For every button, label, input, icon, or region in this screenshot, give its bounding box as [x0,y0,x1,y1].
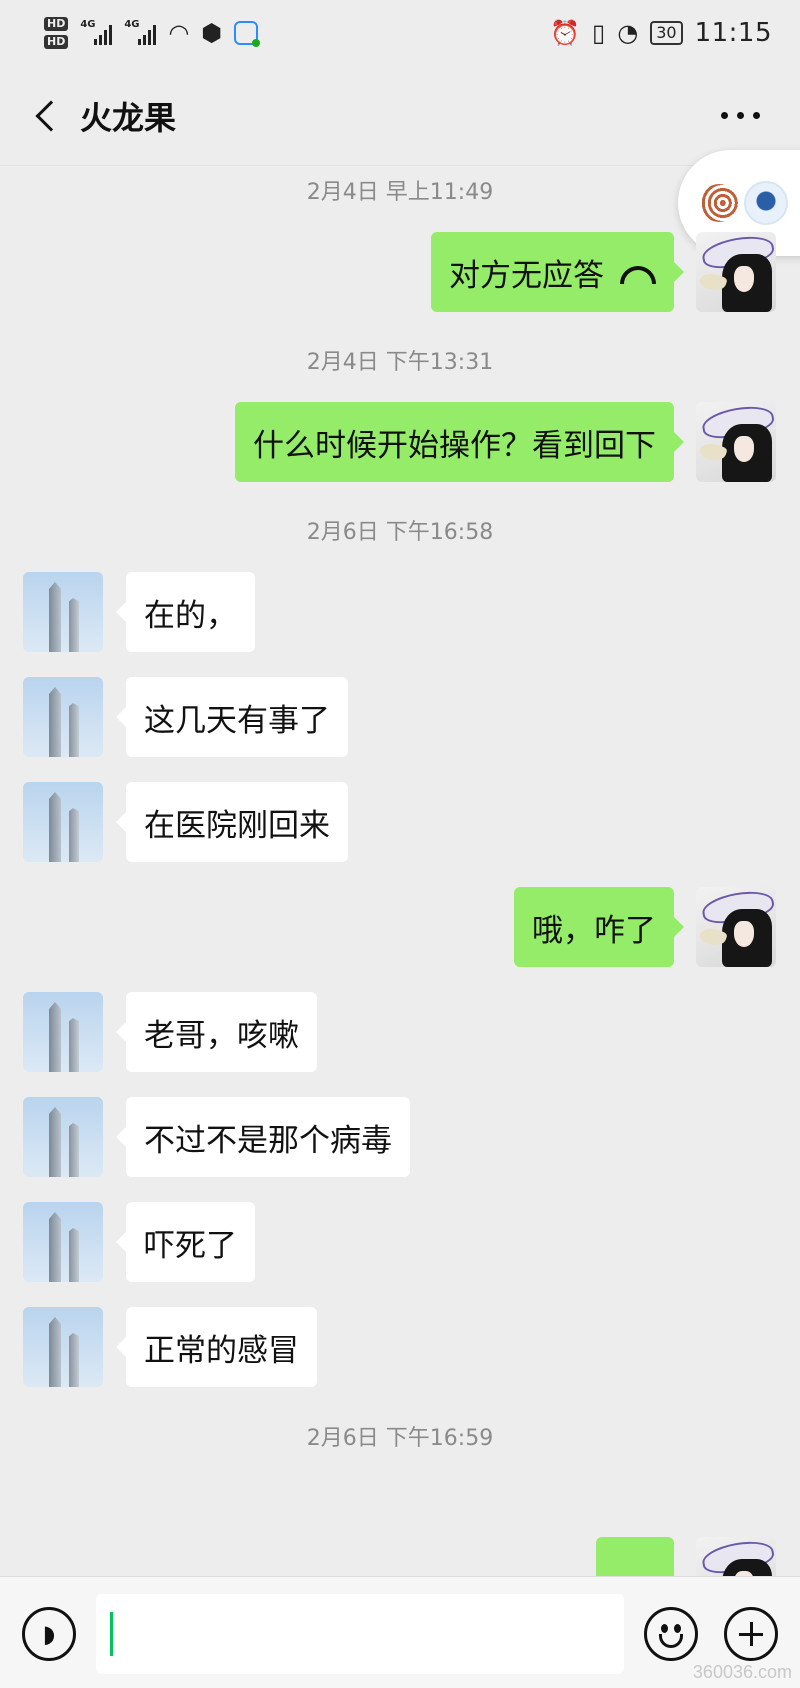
message-row-sent: 对方无应答 [0,232,800,312]
message-timestamp: 2月4日 早上11:49 [306,180,494,205]
message-text: 在的， [144,597,237,634]
message-bubble[interactable]: 正常的感冒 [116,1307,317,1387]
avatar[interactable] [23,1307,103,1387]
avatar[interactable] [696,1537,776,1576]
network-type-label-2: 4G [124,19,140,30]
message-bubble[interactable]: 吓死了 [116,1202,255,1282]
message-row-sent [0,1537,800,1576]
message-bubble[interactable] [596,1537,674,1576]
message-bubble[interactable]: 在医院刚回来 [116,782,348,862]
signal-icon-2: 4G [124,19,157,45]
signal-icon: 4G [80,19,113,45]
chat-title: 火龙果 [80,98,177,137]
more-dots-icon [721,112,728,119]
message-row-received: 吓死了 [0,1202,800,1282]
hd-indicator: HD HD [44,17,69,49]
message-input[interactable] [96,1594,624,1674]
more-functions-button[interactable] [724,1607,778,1661]
hd-badge-2: HD [44,35,69,49]
wifi-icon: ◠ [168,19,190,47]
message-text: 在医院刚回来 [144,807,330,844]
chevron-left-icon [35,99,67,132]
avatar[interactable] [23,572,103,652]
message-bubble[interactable]: 这几天有事了 [116,677,348,757]
speed-icon: ◔ [617,19,639,47]
alarm-icon: ⏰ [550,19,581,47]
avatar[interactable] [696,887,776,967]
message-bubble[interactable]: 老哥，咳嗽 [116,992,317,1072]
message-row-sent: 哦，咋了 [0,887,800,967]
network-type-label: 4G [80,19,96,30]
avatar[interactable] [23,1097,103,1177]
hd-badge-1: HD [44,17,69,31]
message-row-received: 正常的感冒 [0,1307,800,1387]
message-bubble[interactable]: 不过不是那个病毒 [116,1097,410,1177]
message-list[interactable]: 2月4日 早上11:49 对方无应答 2月4日 下午13:31 什么时候开始操作… [0,166,800,1576]
message-bubble[interactable]: 在的， [116,572,255,652]
battery-icon: 30 [650,21,683,45]
chat-header: 火龙果 [0,66,800,166]
avatar[interactable] [23,677,103,757]
voice-icon: ◗ [42,1620,56,1648]
avatar[interactable] [23,782,103,862]
message-row-received: 在医院刚回来 [0,782,800,862]
back-button[interactable] [24,94,68,138]
phone-hangup-icon [620,266,656,284]
notification-app-icon [234,21,261,47]
message-row-sent: 什么时候开始操作？看到回下 [0,402,800,482]
message-text: 吓死了 [144,1227,237,1264]
smile-icon [661,1624,668,1633]
message-text: 老哥，咳嗽 [144,1017,299,1054]
message-text: 哦，咋了 [532,912,656,949]
input-toolbar: ◗ [0,1576,800,1688]
status-time: 11:15 [694,18,772,48]
vibrate-icon: ▯ [592,19,606,47]
emoji-button[interactable] [644,1607,698,1661]
message-bubble[interactable]: 什么时候开始操作？看到回下 [235,402,684,482]
message-row-received: 老哥，咳嗽 [0,992,800,1072]
avatar[interactable] [23,1202,103,1282]
text-caret [110,1612,113,1656]
voice-input-button[interactable]: ◗ [22,1607,76,1661]
avatar[interactable] [23,992,103,1072]
avatar[interactable] [696,232,776,312]
message-row-received: 这几天有事了 [0,677,800,757]
message-text: 不过不是那个病毒 [144,1122,392,1159]
status-bar: HD HD 4G 4G ◠ ⬢ ⏰ ▯ ◔ 30 11:15 [0,0,800,66]
message-text: 对方无应答 [449,257,604,294]
shield-icon: ⬢ [201,19,223,47]
message-row-received: 在的， [0,572,800,652]
message-timestamp: 2月6日 下午16:59 [306,1426,494,1451]
message-timestamp: 2月4日 下午13:31 [306,350,494,375]
watermark: 360036.com [692,1662,792,1682]
message-bubble[interactable]: 哦，咋了 [514,887,684,967]
status-left: HD HD 4G 4G ◠ ⬢ [44,17,261,49]
message-text: 正常的感冒 [144,1332,299,1369]
message-bubble[interactable]: 对方无应答 [431,232,684,312]
status-right: ⏰ ▯ ◔ 30 11:15 [550,18,772,48]
avatar[interactable] [696,402,776,482]
message-text: 这几天有事了 [144,702,330,739]
message-text: 什么时候开始操作？看到回下 [253,427,656,464]
message-row-received: 不过不是那个病毒 [0,1097,800,1177]
more-options-button[interactable] [711,102,770,129]
message-timestamp: 2月6日 下午16:58 [306,520,494,545]
